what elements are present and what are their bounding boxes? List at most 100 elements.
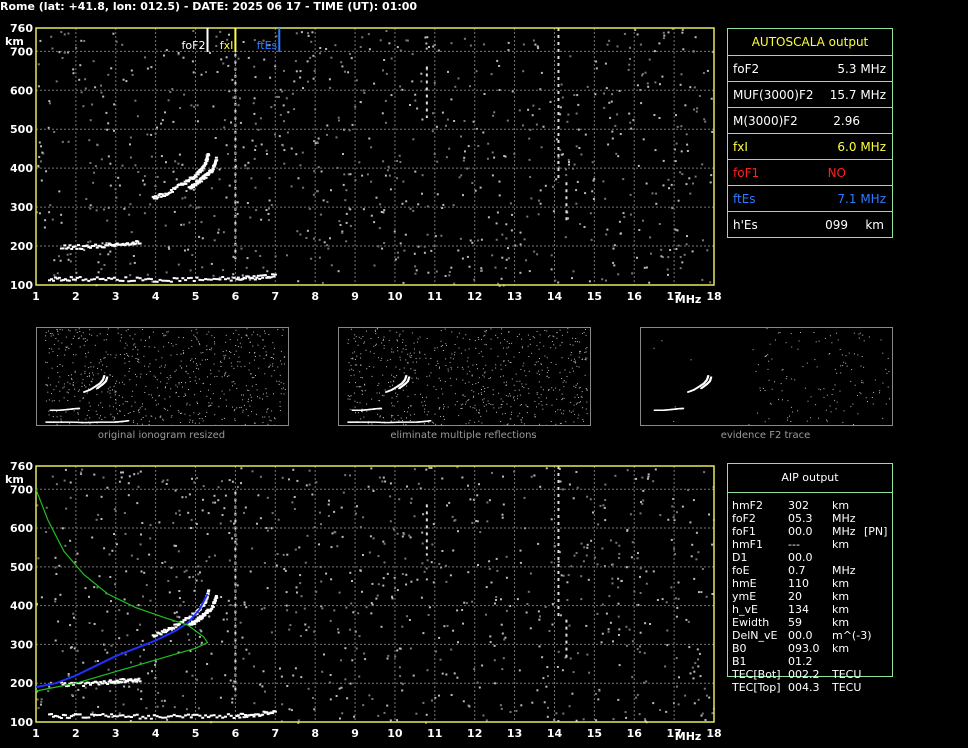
thumb-noise — [853, 424, 854, 425]
echo-point — [78, 276, 82, 279]
thumb-noise — [436, 360, 438, 362]
thumb-noise — [135, 384, 137, 386]
thumb-noise — [571, 367, 573, 369]
thumb-noise — [194, 380, 196, 382]
noise-dot — [495, 599, 497, 601]
echo-point — [81, 279, 85, 282]
thumb-noise — [68, 389, 70, 391]
thumb-noise — [572, 410, 574, 412]
echo-point — [198, 714, 202, 717]
noise-dot — [580, 575, 583, 578]
noise-dot — [683, 253, 686, 256]
thumb-noise — [256, 334, 258, 336]
thumb-trace — [429, 420, 432, 422]
thumb-noise — [483, 390, 485, 392]
noise-dot — [529, 627, 532, 630]
noise-dot — [695, 531, 698, 534]
noise-dot — [401, 573, 404, 575]
noise-dot — [583, 226, 586, 228]
thumb-noise — [540, 401, 542, 402]
noise-dot — [239, 121, 242, 124]
echo-point — [75, 247, 79, 250]
thumb-noise — [368, 366, 370, 367]
thumb-noise — [512, 397, 514, 399]
thumb-noise — [506, 341, 508, 343]
thumb-noise — [159, 416, 161, 418]
noise-dot — [604, 197, 607, 200]
aip-name: D1 — [732, 551, 748, 564]
noise-dot — [335, 136, 338, 139]
thumb-noise — [249, 352, 251, 354]
noise-dot — [496, 59, 499, 62]
thumb-noise — [176, 354, 178, 356]
thumb-noise — [47, 391, 49, 393]
noise-dot — [457, 530, 459, 533]
thumb-noise — [257, 396, 258, 398]
noise-dot — [378, 227, 381, 230]
thumb-trace — [82, 421, 85, 424]
thumb-noise — [273, 370, 275, 372]
noise-dot — [188, 576, 191, 579]
noise-dot — [406, 615, 409, 618]
noise-dot — [457, 249, 460, 252]
thumb-trace — [104, 421, 107, 423]
thumb-trace — [111, 421, 114, 423]
thumb-noise — [86, 376, 88, 377]
noise-dot — [679, 267, 682, 270]
echo-point — [107, 715, 111, 718]
thumb-noise — [412, 381, 414, 383]
noise-dot — [191, 674, 194, 677]
noise-dot — [635, 696, 638, 699]
noise-dot — [606, 43, 609, 46]
thumb-noise — [191, 330, 193, 332]
thumb-noise — [518, 352, 520, 353]
thumb-noise — [68, 329, 69, 331]
noise-dot — [49, 102, 51, 105]
noise-dot — [303, 607, 306, 610]
echo-point — [132, 714, 136, 717]
noise-dot — [294, 60, 297, 63]
echo-point — [178, 715, 182, 718]
noise-dot — [216, 71, 219, 73]
autoscala-param-name: MUF(3000)F2 — [733, 88, 814, 102]
noise-dot — [611, 563, 614, 566]
noise-dot — [259, 117, 262, 120]
thumb-noise — [550, 362, 552, 363]
noise-dot — [108, 553, 111, 556]
thumb-noise — [81, 386, 83, 388]
noise-dot — [612, 247, 615, 250]
autoscala-row: foF2 5.3 MHz — [728, 55, 892, 82]
thumb-noise — [175, 343, 177, 345]
noise-dot — [398, 666, 401, 669]
noise-dot — [226, 618, 229, 621]
thumb-noise — [155, 376, 156, 378]
noise-dot — [542, 125, 545, 128]
noise-dot — [575, 145, 578, 148]
noise-dot — [642, 138, 645, 141]
noise-dot — [150, 155, 153, 158]
thumb-noise — [522, 417, 523, 419]
aip-name: ymE — [732, 590, 757, 603]
noise-dot — [165, 271, 168, 274]
noise-dot — [494, 602, 496, 605]
thumb-noise — [189, 381, 191, 383]
noise-dot — [246, 257, 249, 260]
thumb-noise — [395, 366, 397, 368]
noise-layer — [36, 466, 715, 724]
thumb-noise — [206, 395, 208, 397]
noise-dot — [377, 714, 380, 717]
noise-dot — [467, 484, 469, 487]
thumb-noise — [91, 334, 93, 336]
thumb-noise — [507, 395, 509, 397]
thumb-noise — [249, 405, 251, 407]
thumb-noise — [157, 403, 159, 405]
thumb-noise — [422, 405, 424, 407]
thumb-noise — [206, 345, 208, 347]
thumb-noise — [56, 423, 58, 425]
noise-dot — [569, 657, 572, 660]
thumb-noise — [237, 339, 239, 341]
thumb-noise — [454, 404, 456, 406]
thumb-noise — [513, 356, 515, 358]
thumb-trace — [363, 421, 365, 423]
thumb-noise — [879, 390, 881, 392]
